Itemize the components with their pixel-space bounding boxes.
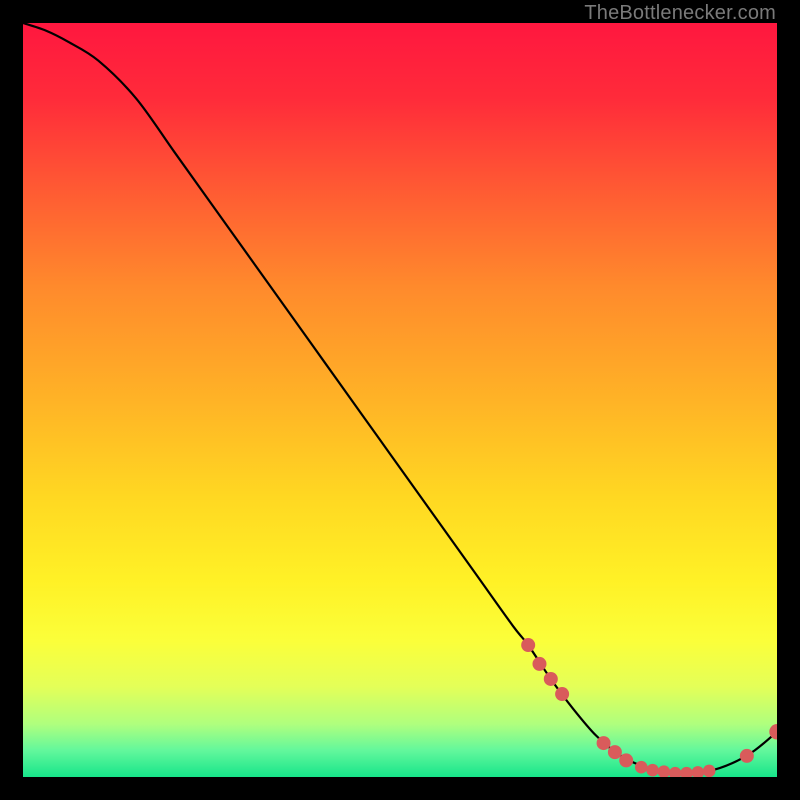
curve-marker: [532, 657, 546, 671]
curve-marker: [521, 638, 535, 652]
plot-area: [23, 23, 777, 777]
curve-marker: [555, 687, 569, 701]
bottleneck-chart: [23, 23, 777, 777]
curve-marker: [619, 753, 633, 767]
curve-marker: [597, 736, 611, 750]
gradient-background: [23, 23, 777, 777]
curve-marker: [740, 749, 754, 763]
curve-marker: [544, 672, 558, 686]
curve-marker: [608, 745, 622, 759]
watermark-text: TheBottlenecker.com: [584, 2, 776, 25]
curve-marker: [703, 765, 716, 777]
curve-marker: [635, 761, 648, 774]
curve-marker: [646, 764, 659, 777]
chart-stage: TheBottlenecker.com: [0, 0, 800, 800]
